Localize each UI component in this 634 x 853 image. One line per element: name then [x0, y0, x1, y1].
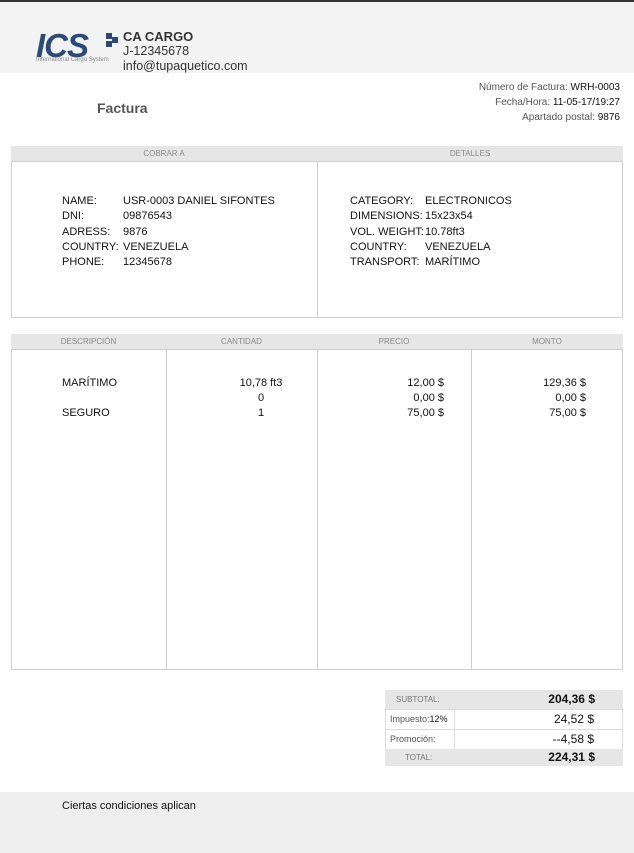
details-row: VOL. WEIGHT: 10.78ft3 [350, 225, 512, 240]
item-quantity: 1 [257, 407, 265, 419]
item-amount: 75,00 $ [549, 407, 586, 419]
details-row: DIMENSIONS: 15x23x54 [350, 209, 512, 224]
details-header: DETALLES [317, 146, 623, 161]
total-label: TOTAL: [405, 753, 433, 762]
total-row: TOTAL: 224,31 $ [385, 749, 623, 766]
column-header-quantity: CANTIDAD [166, 334, 317, 349]
tax-row: Impuesto:12% 24,52 $ [385, 709, 623, 730]
billing-key: DNI: [62, 210, 84, 223]
postal-box-value: 9876 [597, 112, 620, 123]
invoice-meta: Número de Factura: WRH-0003 Fecha/Hora: … [479, 80, 620, 125]
details-key: VOL. WEIGHT: [350, 225, 424, 238]
tax-label-group: Impuesto:12% [390, 710, 448, 729]
cell-divider [454, 710, 455, 729]
billing-value: USR-0003 DANIEL SIFONTES [123, 195, 275, 207]
invoice-number-label: Número de Factura: [478, 82, 568, 93]
company-id: J-12345678 [123, 44, 190, 58]
item-price: 75,00 $ [407, 407, 444, 419]
logo-tagline: International Cargo System [36, 57, 109, 63]
quantity-column: 10,78 ft3 0 1 [216, 376, 306, 421]
details-row: COUNTRY: VENEZUELA [350, 240, 512, 255]
details-value: 10.78ft3 [425, 225, 465, 238]
tax-rate: 12% [429, 714, 448, 724]
tax-label: Impuesto: [390, 714, 430, 724]
details-key: DIMENSIONS: [350, 210, 423, 223]
item-description: SEGURO [62, 407, 110, 419]
column-divider [471, 349, 472, 670]
shipment-details: CATEGORY: ELECTRONICOS DIMENSIONS: 15x23x5… [350, 194, 512, 270]
item-quantity: 0 [257, 392, 265, 404]
billing-key: PHONE: [62, 256, 105, 269]
item-amount: 0,00 $ [555, 392, 586, 404]
billing-value: 09876543 [123, 210, 172, 223]
details-value: ELECTRONICOS [425, 195, 512, 207]
details-value: 15x23x54 [425, 210, 473, 223]
column-header-description: DESCRIPCIÓN [11, 334, 166, 349]
company-logo: ICS International Cargo System [36, 27, 118, 69]
total-value: 224,31 $ [548, 750, 595, 764]
promo-label: Promoción: [390, 734, 436, 744]
invoice-date-value: 11-05-17/19:27 [552, 97, 620, 108]
details-key: COUNTRY: [350, 240, 407, 253]
subtotal-row: SUBTOTAL: 204,36 $ [385, 690, 623, 709]
billing-key: COUNTRY: [62, 240, 119, 253]
page-title: Factura [97, 100, 148, 116]
details-key: TRANSPORT: [350, 256, 420, 269]
item-description [62, 391, 117, 406]
item-price: 12,00 $ [407, 377, 444, 389]
billing-row: COUNTRY: VENEZUELA [62, 240, 275, 255]
amount-column: 129,36 $ 0,00 $ 75,00 $ [490, 376, 586, 421]
billing-value: 12345678 [123, 256, 172, 269]
promo-value: --4,58 $ [552, 732, 594, 746]
column-header-amount: MONTO [471, 334, 623, 349]
logo-square-icon [112, 37, 118, 43]
company-email: info@tupaquetico.com [123, 59, 248, 73]
column-header-price: PRECIO [317, 334, 471, 349]
billing-key: ADRESS: [62, 225, 111, 238]
cell-divider [454, 730, 455, 749]
promo-row: Promoción: --4,58 $ [385, 730, 623, 749]
details-row: CATEGORY: ELECTRONICOS [350, 194, 512, 209]
section-divider [317, 161, 318, 318]
invoice-date-label: Fecha/Hora: [495, 97, 551, 108]
invoice-header: ICS International Cargo System CA CARGO … [0, 2, 634, 73]
billing-row: ADRESS: 9876 [62, 225, 275, 240]
tax-value: 24,52 $ [553, 712, 594, 726]
price-column: 12,00 $ 0,00 $ 75,00 $ [340, 376, 444, 421]
item-amount: 129,36 $ [543, 377, 586, 389]
billing-value: VENEZUELA [123, 240, 189, 253]
column-divider [166, 349, 167, 670]
subtotal-label: SUBTOTAL: [396, 695, 440, 704]
billing-value: 9876 [123, 225, 148, 238]
details-row: TRANSPORT: MARÍTIMO [350, 255, 512, 270]
description-column: MARÍTIMO SEGURO [62, 376, 117, 421]
column-divider [317, 349, 318, 670]
subtotal-value: 204,36 $ [548, 692, 595, 706]
billing-row: NAME: USR-0003 DANIEL SIFONTES [62, 194, 275, 209]
item-quantity: 10,78 ft3 [239, 377, 283, 389]
details-value: VENEZUELA [425, 240, 491, 253]
billing-row: DNI: 09876543 [62, 209, 275, 224]
footer-note: Ciertas condiciones aplican [62, 800, 196, 812]
billing-header: COBRAR A [11, 146, 317, 161]
details-value: MARÍTIMO [425, 256, 480, 269]
company-info: CA CARGO J-12345678 info@tupaquetico.com [123, 29, 248, 74]
billing-info: NAME: USR-0003 DANIEL SIFONTES DNI: 098765… [62, 194, 275, 270]
details-key: CATEGORY: [350, 195, 414, 207]
item-price: 0,00 $ [413, 392, 444, 404]
item-description: MARÍTIMO [62, 377, 117, 389]
company-name: CA CARGO [123, 29, 194, 44]
invoice-number-value: WRH-0003 [570, 82, 620, 93]
postal-box-label: Apartado postal: [522, 112, 595, 123]
billing-row: PHONE: 12345678 [62, 255, 275, 270]
billing-key: NAME: [62, 195, 97, 207]
